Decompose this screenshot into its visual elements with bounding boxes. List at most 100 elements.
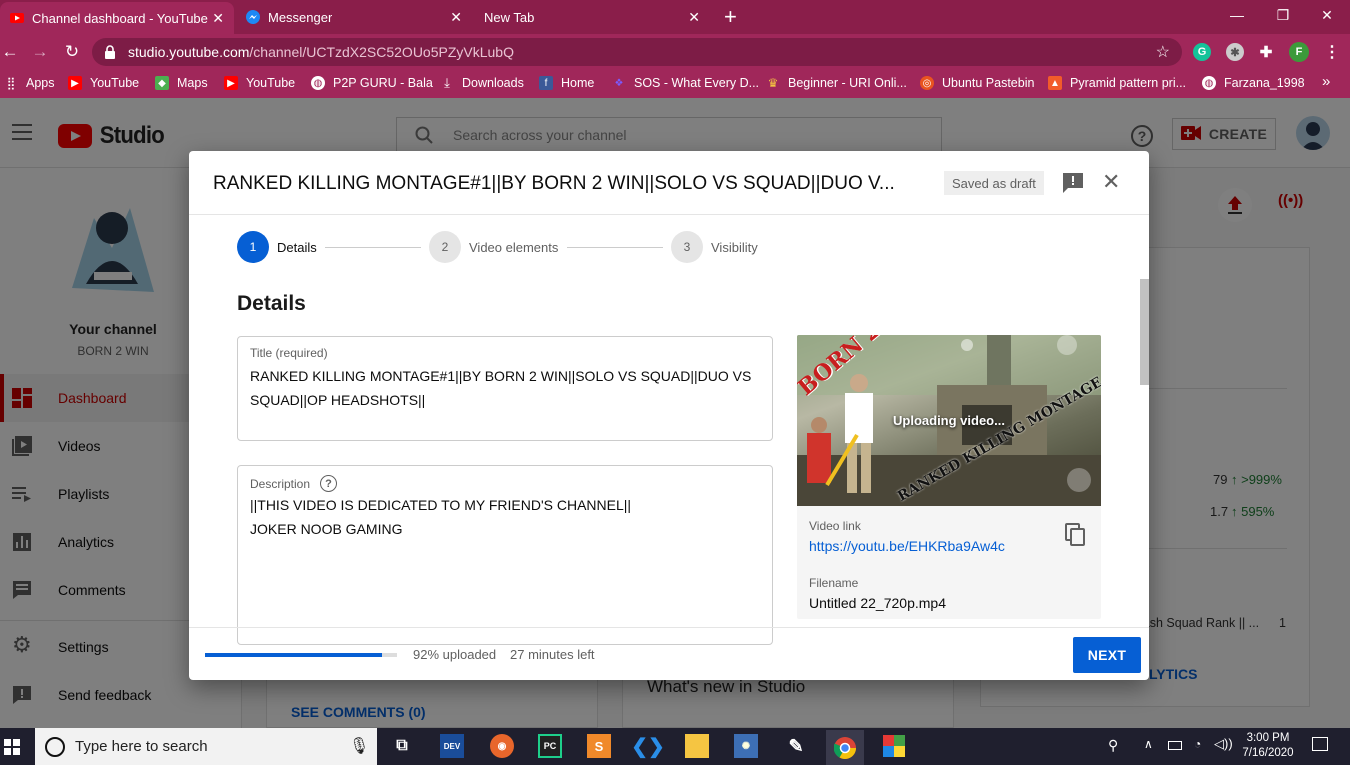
close-tab-icon[interactable]: ✕ — [688, 9, 700, 26]
saved-as-draft-badge: Saved as draft — [944, 171, 1044, 195]
photos-app-icon[interactable]: ✺ — [734, 734, 758, 758]
restore-icon[interactable]: ❐ — [1260, 0, 1306, 30]
step-number: 2 — [429, 231, 461, 263]
sos-icon: ❖ — [614, 77, 624, 89]
video-link-label: Video link — [809, 519, 861, 533]
bookmark-maps[interactable]: ◆ Maps — [155, 76, 208, 90]
tab-title: Channel dashboard - YouTube Stu — [32, 10, 212, 26]
title-field-value: RANKED KILLING MONTAGE#1||BY BORN 2 WIN|… — [250, 368, 752, 408]
vscode-app-icon[interactable]: ❮❯ — [631, 734, 665, 758]
upload-details-dialog: RANKED KILLING MONTAGE#1||BY BORN 2 WIN|… — [189, 151, 1149, 680]
step-connector — [567, 247, 663, 248]
bookmark-youtube[interactable]: ▶ YouTube — [68, 76, 139, 90]
filename-label: Filename — [809, 576, 859, 590]
address-bar[interactable]: studio.youtube.com/channel/UCTzdX2SC52OU… — [92, 38, 1182, 66]
taskbar-search-input[interactable]: Type here to search 🎙︎ — [35, 728, 377, 765]
report-issue-icon[interactable] — [1063, 173, 1083, 196]
dialog-scrollbar[interactable] — [1140, 279, 1149, 385]
step-video-elements[interactable]: 2 Video elements — [429, 231, 558, 263]
bookmark-ubuntu-pastebin[interactable]: ◎ Ubuntu Pastebin — [920, 76, 1034, 90]
winrar-app-icon[interactable] — [882, 734, 906, 758]
tab-new-tab[interactable]: New Tab ✕ — [474, 0, 710, 34]
battery-icon[interactable] — [1168, 741, 1182, 750]
details-heading: Details — [237, 292, 306, 315]
bookmark-home[interactable]: f Home — [539, 76, 594, 90]
bookmark-downloads[interactable]: ⤓ Downloads — [440, 75, 524, 90]
description-field[interactable]: Description ? ||THIS VIDEO IS DEDICATED … — [237, 465, 773, 645]
dev-cpp-app-icon[interactable]: DEV — [440, 734, 464, 758]
title-field-label: Title (required) — [250, 346, 328, 360]
profile-avatar[interactable]: F — [1289, 42, 1309, 62]
ubuntu-icon: ◎ — [920, 76, 934, 90]
system-clock[interactable]: 3:00 PM 7/16/2020 — [1238, 731, 1298, 761]
copy-link-icon[interactable] — [1065, 523, 1087, 550]
step-connector — [325, 247, 421, 248]
forward-icon[interactable]: → — [30, 42, 50, 62]
step-details[interactable]: 1 Details — [237, 231, 317, 263]
upload-progress-bar — [205, 653, 397, 657]
youtube-icon: ▶ — [68, 76, 82, 90]
video-preview-card: BORN 2 WIN RANKED KILLING MONTAGE Upload… — [797, 335, 1101, 619]
chrome-app-icon[interactable] — [826, 730, 864, 765]
bookmark-apps[interactable]: ⣿ Apps — [4, 76, 55, 90]
microphone-icon[interactable]: 🎙︎ — [349, 736, 369, 756]
youtube-favicon-icon — [10, 11, 24, 25]
bookmark-sos[interactable]: ❖ SOS - What Every D... — [612, 76, 760, 90]
tab-messenger[interactable]: Messenger ✕ — [236, 0, 472, 34]
bookmark-pyramid-pattern[interactable]: ▲ Pyramid pattern pri... — [1048, 76, 1186, 90]
upload-progress-fill — [205, 653, 382, 657]
puzzle-extensions-icon[interactable]: ✚ — [1257, 43, 1275, 61]
filename-value: Untitled 22_720p.mp4 — [809, 595, 946, 611]
close-tab-icon[interactable]: ✕ — [450, 9, 462, 26]
task-view-icon[interactable]: ⧉ — [390, 734, 414, 758]
close-window-icon[interactable]: ✕ — [1304, 0, 1350, 30]
reload-icon[interactable]: ↻ — [62, 42, 82, 62]
description-help-icon[interactable]: ? — [320, 475, 338, 492]
extension-icon[interactable]: ✱ — [1226, 43, 1244, 61]
bookmark-star-icon[interactable]: ☆ — [1156, 42, 1170, 62]
chrome-menu-icon[interactable]: ⋮ — [1324, 42, 1340, 62]
globe-icon: ◍ — [311, 76, 325, 90]
volume-icon[interactable]: ◁)) — [1214, 736, 1233, 752]
sublime-app-icon[interactable]: S — [587, 734, 611, 758]
paint-app-icon[interactable]: ✎ — [784, 734, 808, 758]
grammarly-extension-icon[interactable]: G — [1193, 43, 1211, 61]
dialog-header: RANKED KILLING MONTAGE#1||BY BORN 2 WIN|… — [189, 151, 1149, 215]
browser-toolbar: ← → ↻ studio.youtube.com/channel/UCTzdX2… — [0, 34, 1350, 70]
tab-title: Messenger — [268, 9, 333, 25]
step-number: 1 — [237, 231, 269, 263]
tab-channel-dashboard[interactable]: Channel dashboard - YouTube Stu ✕ — [0, 2, 234, 34]
trophy-icon: ♛ — [767, 76, 779, 90]
show-hidden-icons[interactable]: ∧ — [1144, 737, 1153, 751]
minimize-icon[interactable]: — — [1214, 0, 1260, 30]
url-host: studio.youtube.com — [128, 44, 250, 60]
close-dialog-icon[interactable]: ✕ — [1102, 169, 1120, 195]
maps-icon: ◆ — [155, 76, 169, 90]
next-button[interactable]: NEXT — [1073, 637, 1141, 673]
notifications-icon[interactable] — [1312, 737, 1328, 751]
uploading-overlay-text: Uploading video... — [893, 413, 1005, 428]
step-visibility[interactable]: 3 Visibility — [671, 231, 758, 263]
youtube-icon: ▶ — [224, 76, 238, 90]
title-field[interactable]: Title (required) RANKED KILLING MONTAGE#… — [237, 336, 773, 441]
back-icon[interactable]: ← — [0, 42, 20, 62]
bookmark-p2p-guru[interactable]: ◍ P2P GURU - Bala — [311, 76, 433, 90]
windows-start-icon[interactable] — [4, 739, 20, 758]
video-thumbnail: BORN 2 WIN RANKED KILLING MONTAGE Upload… — [797, 335, 1101, 506]
video-link[interactable]: https://youtu.be/EHKRba9Aw4c — [809, 538, 1005, 554]
pycharm-app-icon[interactable]: PC — [538, 734, 562, 758]
more-bookmarks-icon[interactable]: » — [1322, 73, 1330, 90]
close-tab-icon[interactable]: ✕ — [212, 10, 224, 27]
wifi-icon[interactable]: ◔ — [1194, 737, 1201, 751]
messenger-favicon-icon — [246, 10, 260, 24]
new-tab-button[interactable]: + — [724, 4, 737, 30]
upload-percent: 92% uploaded — [413, 647, 497, 662]
people-icon[interactable]: ⚲ — [1108, 737, 1118, 754]
bookmark-uri-online[interactable]: ♛ Beginner - URI Onli... — [766, 76, 907, 90]
lock-icon — [104, 45, 116, 59]
bookmark-farzana[interactable]: ◍ Farzana_1998 — [1202, 76, 1305, 90]
firefox-app-icon[interactable]: ◉ — [490, 734, 514, 758]
windows-taskbar: Type here to search 🎙︎ ⧉ DEV ◉ PC S ❮❯ ✺… — [0, 728, 1350, 765]
file-explorer-icon[interactable] — [685, 734, 709, 758]
bookmark-youtube-2[interactable]: ▶ YouTube — [224, 76, 295, 90]
